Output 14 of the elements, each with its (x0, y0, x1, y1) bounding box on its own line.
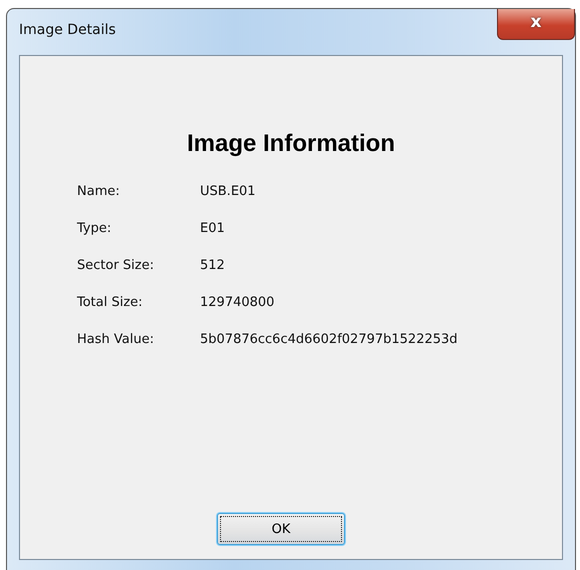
field-label: Hash Value: (77, 332, 155, 347)
close-button[interactable]: x (497, 9, 575, 40)
field-label: Sector Size: (77, 258, 155, 273)
field-value: 5b07876cc6c4d6602f02797b1522253d (200, 332, 458, 347)
field-value: 129740800 (200, 295, 274, 310)
field-value: 512 (200, 258, 225, 273)
field-label: Type: (77, 221, 112, 236)
dialog-heading: Image Information (186, 130, 396, 158)
window-title: Image Details (19, 22, 116, 38)
field-label: Total Size: (77, 295, 144, 310)
field-value: USB.E01 (200, 184, 256, 199)
field-label: Name: (77, 184, 121, 199)
ok-button[interactable]: OK (217, 513, 345, 545)
field-value: E01 (200, 221, 225, 236)
